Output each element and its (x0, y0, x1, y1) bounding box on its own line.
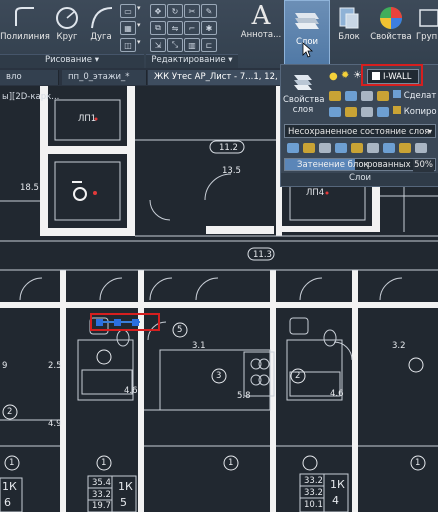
layer-tool-icon[interactable] (383, 143, 395, 153)
sun-icon[interactable]: ✹ (341, 70, 349, 81)
layer-tool-icon[interactable] (361, 91, 373, 101)
layer-tool-icon[interactable] (351, 143, 363, 153)
groups-button[interactable]: Груп (416, 4, 438, 42)
viewport-label[interactable]: ы][2D-карк... (2, 92, 59, 102)
tab-file-3[interactable]: ЖК Утес АР_Лист - 7...1, 12, 13-го (148, 70, 289, 85)
draw-panel-title[interactable]: Рисование ▾ (0, 54, 144, 68)
selection-highlight (90, 313, 160, 331)
fade-slider[interactable]: Затенение блок рованных с... 50% (284, 158, 436, 172)
move-icon[interactable]: ✥ (150, 4, 166, 18)
layer-state-dropdown[interactable]: Несохраненное состояние слоя ▾ (284, 124, 436, 138)
layer-tool-icon[interactable] (329, 91, 341, 101)
layer-tool-icon[interactable] (377, 91, 389, 101)
offset-icon[interactable]: ⊏ (201, 38, 217, 52)
copy-layer-button[interactable]: Копиро (393, 106, 437, 117)
layers-icon (295, 13, 319, 29)
layer-tool-icon[interactable] (361, 107, 373, 117)
chevron-down-icon: ▾ (427, 127, 432, 136)
mouse-cursor-icon (302, 42, 314, 58)
text-a-icon: A (251, 1, 271, 31)
make-current-button[interactable]: Сделат (393, 90, 436, 101)
rotate-icon[interactable]: ↻ (167, 4, 183, 18)
arc-button[interactable]: Дуга (86, 4, 116, 42)
explode-icon[interactable]: ✱ (201, 21, 217, 35)
make-current-icon (393, 90, 401, 98)
arc-icon (91, 7, 113, 29)
layer-properties-button[interactable]: Свойства слоя (283, 69, 325, 117)
tab-file-2[interactable]: пп_0_этажи_* (62, 70, 147, 85)
layer-tool-icon[interactable] (399, 143, 411, 153)
ribbon: Полилиния Круг Дуга ▭ ▾ ▦ ▾ ◫ ▾ Рисование ▾… (0, 0, 438, 69)
layer-highlight (361, 64, 423, 86)
layer-tool-icon[interactable] (287, 143, 299, 153)
modify-panel-title[interactable]: Редактирование ▾ (146, 54, 238, 68)
layer-tool-icon[interactable] (345, 91, 357, 101)
erase-icon[interactable]: ✎ (201, 4, 217, 18)
layer-tool-icon[interactable] (367, 143, 379, 153)
layers-panel-footer: Слои (281, 173, 438, 186)
group-icon (419, 9, 438, 27)
polyline-icon (15, 7, 34, 26)
fillet-icon[interactable]: ⌐ (184, 21, 200, 35)
color-wheel-icon (380, 7, 402, 29)
scale-icon[interactable]: ⤡ (167, 38, 183, 52)
hatch-icon[interactable]: ▦ (120, 21, 136, 35)
block-icon (339, 7, 359, 29)
trim-icon[interactable]: ✂ (184, 4, 200, 18)
block-button[interactable]: Блок (332, 4, 366, 42)
layer-properties-icon (294, 75, 312, 90)
modify-small-tools: ✥ ↻ ✂ ✎ ⧉ ⇋ ⌐ ✱ ⇲ ⤡ ▥ ⊏ (150, 4, 217, 52)
mirror-icon[interactable]: ⇋ (167, 21, 183, 35)
draw-small-tools: ▭ ▾ ▦ ▾ ◫ ▾ (120, 4, 145, 52)
polyline-button[interactable]: Полилиния (0, 4, 50, 42)
stretch-icon[interactable]: ⇲ (150, 38, 166, 52)
copy-icon[interactable]: ⧉ (150, 21, 166, 35)
layer-tool-icon[interactable] (415, 143, 427, 153)
layer-tool-icon[interactable] (319, 143, 331, 153)
circle-button[interactable]: Круг (52, 4, 82, 42)
layer-tool-icon[interactable] (377, 107, 389, 117)
tab-file-1[interactable]: вло (0, 70, 59, 85)
annotation-button[interactable]: A Аннота... (241, 1, 281, 40)
properties-button[interactable]: Свойства (370, 4, 412, 42)
circle-icon (56, 7, 78, 29)
layer-tool-icon[interactable] (335, 143, 347, 153)
boundary-icon[interactable]: ◫ (120, 38, 136, 52)
layer-tool-icon[interactable] (345, 107, 357, 117)
copy-layer-icon (393, 106, 401, 114)
rectangle-icon[interactable]: ▭ (120, 4, 136, 18)
layer-tool-icon[interactable] (303, 143, 315, 153)
array-icon[interactable]: ▥ (184, 38, 200, 52)
bulb-icon[interactable]: ● (329, 71, 338, 82)
layer-tool-icon[interactable] (329, 107, 341, 117)
